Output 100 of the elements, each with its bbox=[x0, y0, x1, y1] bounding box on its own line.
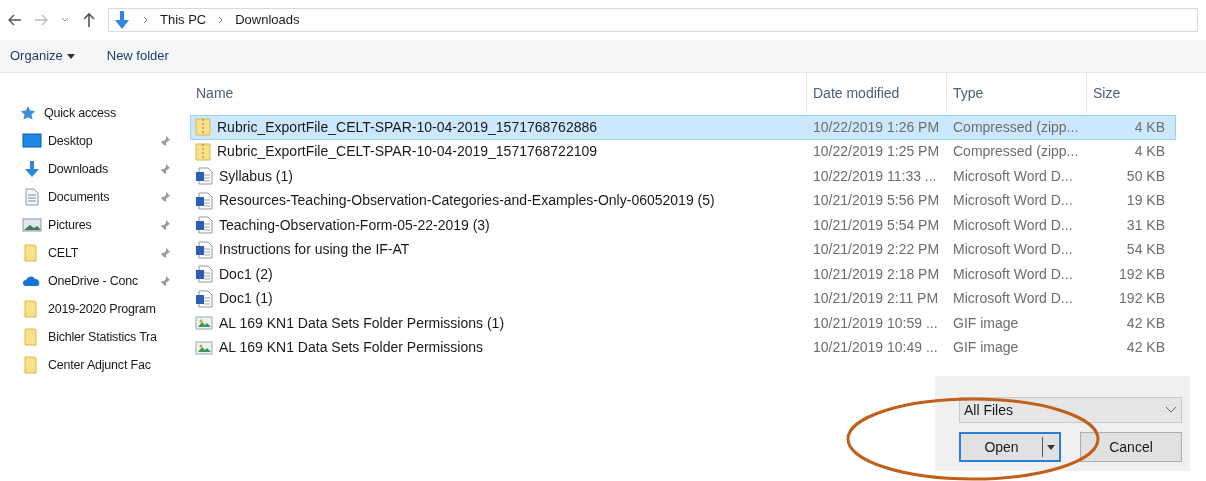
sidebar-label: OneDrive - Conc bbox=[48, 272, 140, 290]
sidebar-label: Desktop bbox=[48, 132, 94, 150]
file-row[interactable]: AL 169 KN1 Data Sets Folder Permissions 10/21/2019 10:49 ... GIF image 42 KB bbox=[190, 335, 1176, 360]
word-document-icon bbox=[195, 240, 213, 259]
word-document-icon bbox=[195, 289, 213, 308]
breadcrumb[interactable]: Downloads bbox=[235, 10, 300, 30]
file-name: Doc1 (2) bbox=[219, 264, 273, 284]
chevron-right-icon bbox=[218, 16, 224, 24]
date-cell-text: 10/22/2019 11:33 ... bbox=[812, 166, 938, 186]
date-cell-text: 10/21/2019 2:18 PM bbox=[812, 264, 941, 284]
sidebar-item[interactable]: 2019-2020 Program bbox=[0, 295, 175, 323]
size-cell-text: 54 KB bbox=[1125, 240, 1165, 260]
file-row[interactable]: Instructions for using the IF-AT 10/21/2019 2:22 PM Microsoft Word D... 54 KB bbox=[190, 237, 1176, 262]
file-name: Rubric_ExportFile_CELT-SPAR-10-04-2019_1571768762886 bbox=[217, 117, 598, 137]
size-cell-text: 192 KB bbox=[1118, 289, 1165, 309]
file-name: AL 169 KN1 Data Sets Folder Permissions (1) bbox=[219, 313, 505, 333]
type-cell-text: Compressed (zipp... bbox=[952, 142, 1080, 162]
zip-folder-icon bbox=[195, 142, 211, 161]
breadcrumb[interactable]: This PC bbox=[160, 10, 207, 30]
type-cell-text: Microsoft Word D... bbox=[952, 240, 1074, 260]
type-cell-text: Microsoft Word D... bbox=[952, 264, 1074, 284]
up-arrow-icon[interactable] bbox=[82, 12, 96, 28]
cancel-button[interactable]: Cancel bbox=[1080, 432, 1182, 462]
image-file-icon bbox=[195, 315, 213, 332]
file-name: Resources-Teaching-Observation-Categories-and-Examples-Only-06052019 (5) bbox=[219, 191, 715, 211]
sidebar-item[interactable]: Center Adjunct Fac bbox=[0, 351, 175, 379]
word-document-icon bbox=[195, 216, 213, 235]
sidebar-label: Pictures bbox=[48, 216, 93, 234]
size-cell-text: 4 KB bbox=[1133, 117, 1165, 137]
file-row[interactable]: Doc1 (1) 10/21/2019 2:11 PM Microsoft Word D... 192 KB bbox=[190, 286, 1176, 311]
organize-menu[interactable]: Organize bbox=[10, 46, 75, 66]
date-cell-text: 10/21/2019 5:56 PM bbox=[812, 191, 941, 211]
type-cell-text: GIF image bbox=[952, 338, 1020, 358]
chevron-down-icon[interactable] bbox=[60, 16, 70, 24]
file-row[interactable]: Resources-Teaching-Observation-Categories-and-Examples-Only-06052019 (5) 10/21/2019 5:56 PM Microsoft Word D... 19 KB bbox=[190, 188, 1176, 213]
sidebar-item[interactable]: OneDrive - Conc bbox=[0, 267, 175, 295]
size-cell-text: 50 KB bbox=[1125, 166, 1165, 186]
folder-icon bbox=[24, 356, 40, 374]
size-cell-text: 42 KB bbox=[1125, 313, 1165, 333]
folder-icon bbox=[24, 300, 40, 318]
sidebar-label: Quick access bbox=[44, 104, 117, 122]
type-cell-text: Microsoft Word D... bbox=[952, 166, 1074, 186]
sidebar-item[interactable]: Quick access bbox=[0, 99, 175, 127]
file-name: Teaching-Observation-Form-05-22-2019 (3) bbox=[219, 215, 490, 235]
column-header[interactable]: Name bbox=[190, 73, 806, 113]
sidebar-label: Downloads bbox=[48, 160, 110, 178]
address-bar[interactable]: This PC Downloads bbox=[108, 8, 1198, 32]
sidebar-item[interactable]: CELT bbox=[0, 239, 175, 267]
file-row[interactable]: Syllabus (1) 10/22/2019 11:33 ... Microsoft Word D... 50 KB bbox=[190, 164, 1176, 189]
file-row[interactable]: Rubric_ExportFile_CELT-SPAR-10-04-2019_1571768722109 10/22/2019 1:25 PM Compressed (zipp... 4 KB bbox=[190, 139, 1176, 164]
caret-icon bbox=[66, 53, 75, 59]
chevron-down-icon bbox=[1165, 406, 1177, 414]
back-icon[interactable] bbox=[8, 14, 22, 26]
down-arrow-icon bbox=[113, 10, 131, 30]
sidebar-label: 2019-2020 Program bbox=[48, 300, 157, 318]
monitor-icon bbox=[22, 133, 42, 149]
type-cell-text: Microsoft Word D... bbox=[952, 289, 1074, 309]
column-header[interactable]: Size bbox=[1086, 73, 1174, 113]
zip-folder-icon bbox=[195, 118, 211, 137]
file-row[interactable]: AL 169 KN1 Data Sets Folder Permissions (1) 10/21/2019 10:59 ... GIF image 42 KB bbox=[190, 311, 1176, 336]
open-button[interactable]: Open bbox=[959, 432, 1061, 462]
chevron-right-icon bbox=[143, 16, 148, 24]
date-cell-text: 10/21/2019 2:11 PM bbox=[812, 289, 940, 309]
size-cell-text: 19 KB bbox=[1125, 191, 1165, 211]
type-cell-text: Microsoft Word D... bbox=[952, 215, 1074, 235]
word-document-icon bbox=[195, 167, 213, 186]
sidebar-label: Bichler Statistics Tra bbox=[48, 328, 158, 346]
date-cell-text: 10/21/2019 10:59 ... bbox=[812, 313, 939, 333]
folder-icon bbox=[24, 244, 40, 262]
picture-icon bbox=[22, 218, 42, 232]
filter-value: All Files bbox=[964, 400, 1013, 420]
filter-dropdown[interactable]: All Files bbox=[959, 397, 1182, 423]
star-icon bbox=[19, 105, 37, 121]
column-header[interactable]: Type bbox=[946, 73, 1086, 113]
size-cell-text: 42 KB bbox=[1125, 338, 1165, 358]
date-cell-text: 10/22/2019 1:25 PM bbox=[812, 142, 941, 162]
folder-icon bbox=[24, 328, 40, 346]
file-name: Syllabus (1) bbox=[219, 166, 293, 186]
file-name: Doc1 (1) bbox=[219, 289, 273, 309]
image-file-icon bbox=[195, 339, 213, 356]
sidebar-item[interactable]: Bichler Statistics Tra bbox=[0, 323, 175, 351]
cloud-icon bbox=[22, 275, 42, 287]
word-document-icon bbox=[195, 191, 213, 210]
file-row[interactable]: Rubric_ExportFile_CELT-SPAR-10-04-2019_1571768762886 10/22/2019 1:26 PM Compressed (zipp... 4 KB bbox=[190, 115, 1176, 140]
sidebar-item[interactable]: Desktop bbox=[0, 127, 175, 155]
type-cell-text: GIF image bbox=[952, 313, 1020, 333]
sidebar-item[interactable]: Documents bbox=[0, 183, 175, 211]
date-cell-text: 10/21/2019 10:49 ... bbox=[812, 338, 939, 358]
sidebar-item[interactable]: Pictures bbox=[0, 211, 175, 239]
file-name: AL 169 KN1 Data Sets Folder Permissions bbox=[219, 338, 484, 358]
column-header[interactable]: Date modified bbox=[806, 73, 946, 113]
type-cell-text: Microsoft Word D... bbox=[952, 191, 1074, 211]
sidebar-label: CELT bbox=[48, 244, 80, 262]
size-cell-text: 4 KB bbox=[1133, 142, 1165, 162]
document-icon bbox=[25, 188, 39, 206]
size-cell-text: 31 KB bbox=[1125, 215, 1165, 235]
sidebar-item[interactable]: Downloads bbox=[0, 155, 175, 183]
file-row[interactable]: Teaching-Observation-Form-05-22-2019 (3) 10/21/2019 5:54 PM Microsoft Word D... 31 KB bbox=[190, 213, 1176, 238]
file-row[interactable]: Doc1 (2) 10/21/2019 2:18 PM Microsoft Word D... 192 KB bbox=[190, 262, 1176, 287]
new-folder-button[interactable]: New folder bbox=[106, 46, 169, 66]
